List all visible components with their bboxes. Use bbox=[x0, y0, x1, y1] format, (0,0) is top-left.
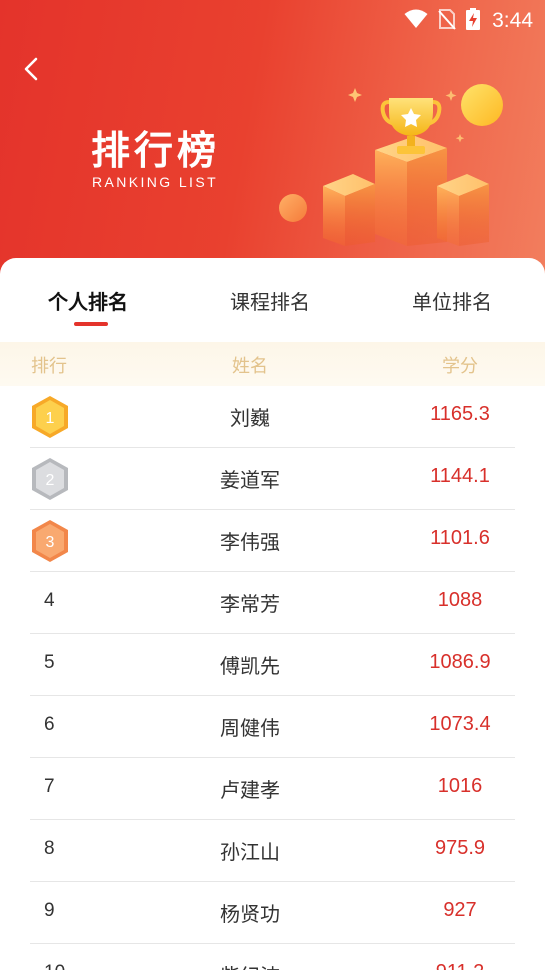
table-row[interactable]: 7 卢建孝 1016 bbox=[0, 758, 545, 820]
ranking-list: 1 刘巍 1165.3 2 姜道军 1144.1 3 李伟强 1101.6 4 … bbox=[0, 386, 545, 970]
row-rank: 6 bbox=[44, 714, 55, 735]
table-row[interactable]: 5 傅凯先 1086.9 bbox=[0, 634, 545, 696]
row-score: 911.2 bbox=[436, 961, 485, 970]
silver-medal-number: 2 bbox=[46, 472, 55, 489]
bronze-medal-icon: 3 bbox=[29, 518, 71, 564]
ranking-tabs: 个人排名 课程排名 单位排名 bbox=[0, 258, 545, 342]
row-score: 1144.1 bbox=[430, 465, 490, 487]
row-name: 孙江山 bbox=[220, 840, 280, 864]
table-row[interactable]: 2 姜道军 1144.1 bbox=[0, 448, 545, 510]
row-name: 傅凯先 bbox=[220, 654, 280, 678]
row-score: 1165.3 bbox=[430, 403, 490, 425]
row-name: 柴纪波 bbox=[220, 960, 280, 970]
bronze-medal-number: 3 bbox=[46, 534, 55, 551]
table-header: 排行 姓名 学分 bbox=[0, 342, 545, 386]
row-name: 卢建孝 bbox=[220, 778, 280, 802]
row-score: 1016 bbox=[437, 775, 483, 797]
page-title: 排行榜 bbox=[91, 129, 221, 174]
row-name: 李伟强 bbox=[220, 530, 280, 554]
page-subtitle: RANKING LIST bbox=[92, 174, 219, 190]
active-tab-indicator bbox=[74, 322, 108, 326]
table-row[interactable]: 8 孙江山 975.9 bbox=[0, 820, 545, 882]
status-bar: 3:44 bbox=[0, 0, 545, 40]
row-score: 1101.6 bbox=[430, 527, 490, 549]
no-sim-icon bbox=[438, 8, 456, 34]
gold-medal-number: 1 bbox=[46, 410, 55, 427]
tab-unit-ranking[interactable]: 单位排名 bbox=[412, 286, 492, 315]
row-name: 周健伟 bbox=[220, 716, 280, 740]
ranking-card: 个人排名 课程排名 单位排名 排行 姓名 学分 1 刘巍 1165.3 2 姜道… bbox=[0, 258, 545, 970]
wifi-icon bbox=[404, 9, 428, 33]
gold-medal-icon: 1 bbox=[29, 394, 71, 440]
back-button[interactable] bbox=[14, 54, 48, 88]
silver-medal-icon: 2 bbox=[29, 456, 71, 502]
row-name: 刘巍 bbox=[230, 406, 270, 430]
table-row[interactable]: 6 周健伟 1073.4 bbox=[0, 696, 545, 758]
header-banner: 3:44 排行榜 RANKING LIST bbox=[0, 0, 545, 290]
row-name: 李常芳 bbox=[220, 592, 280, 616]
row-score: 1073.4 bbox=[429, 713, 491, 735]
table-row[interactable]: 9 杨贤功 927 bbox=[0, 882, 545, 944]
row-score: 927 bbox=[443, 899, 477, 921]
column-header-score: 学分 bbox=[442, 356, 478, 377]
table-row[interactable]: 10 柴纪波 911.2 bbox=[0, 944, 545, 970]
row-rank: 9 bbox=[44, 900, 55, 921]
tab-course-ranking[interactable]: 课程排名 bbox=[230, 286, 310, 315]
row-rank: 10 bbox=[44, 962, 65, 970]
row-rank: 5 bbox=[44, 652, 55, 673]
battery-charging-icon bbox=[466, 8, 481, 34]
table-row[interactable]: 3 李伟强 1101.6 bbox=[0, 510, 545, 572]
table-row[interactable]: 1 刘巍 1165.3 bbox=[0, 386, 545, 448]
row-score: 975.9 bbox=[434, 837, 486, 859]
row-name: 姜道军 bbox=[220, 468, 280, 492]
row-name: 杨贤功 bbox=[220, 902, 280, 926]
table-row[interactable]: 4 李常芳 1088 bbox=[0, 572, 545, 634]
status-time: 3:44 bbox=[492, 9, 533, 32]
podium-trophy-illustration bbox=[275, 78, 515, 253]
row-rank: 7 bbox=[44, 776, 55, 797]
tab-personal-ranking[interactable]: 个人排名 bbox=[48, 286, 128, 315]
column-header-name: 姓名 bbox=[232, 356, 268, 377]
chevron-left-icon bbox=[23, 57, 39, 85]
row-rank: 8 bbox=[44, 838, 55, 859]
row-rank: 4 bbox=[44, 590, 55, 611]
column-header-rank: 排行 bbox=[31, 356, 67, 377]
row-score: 1088 bbox=[437, 589, 483, 611]
row-score: 1086.9 bbox=[429, 651, 491, 673]
